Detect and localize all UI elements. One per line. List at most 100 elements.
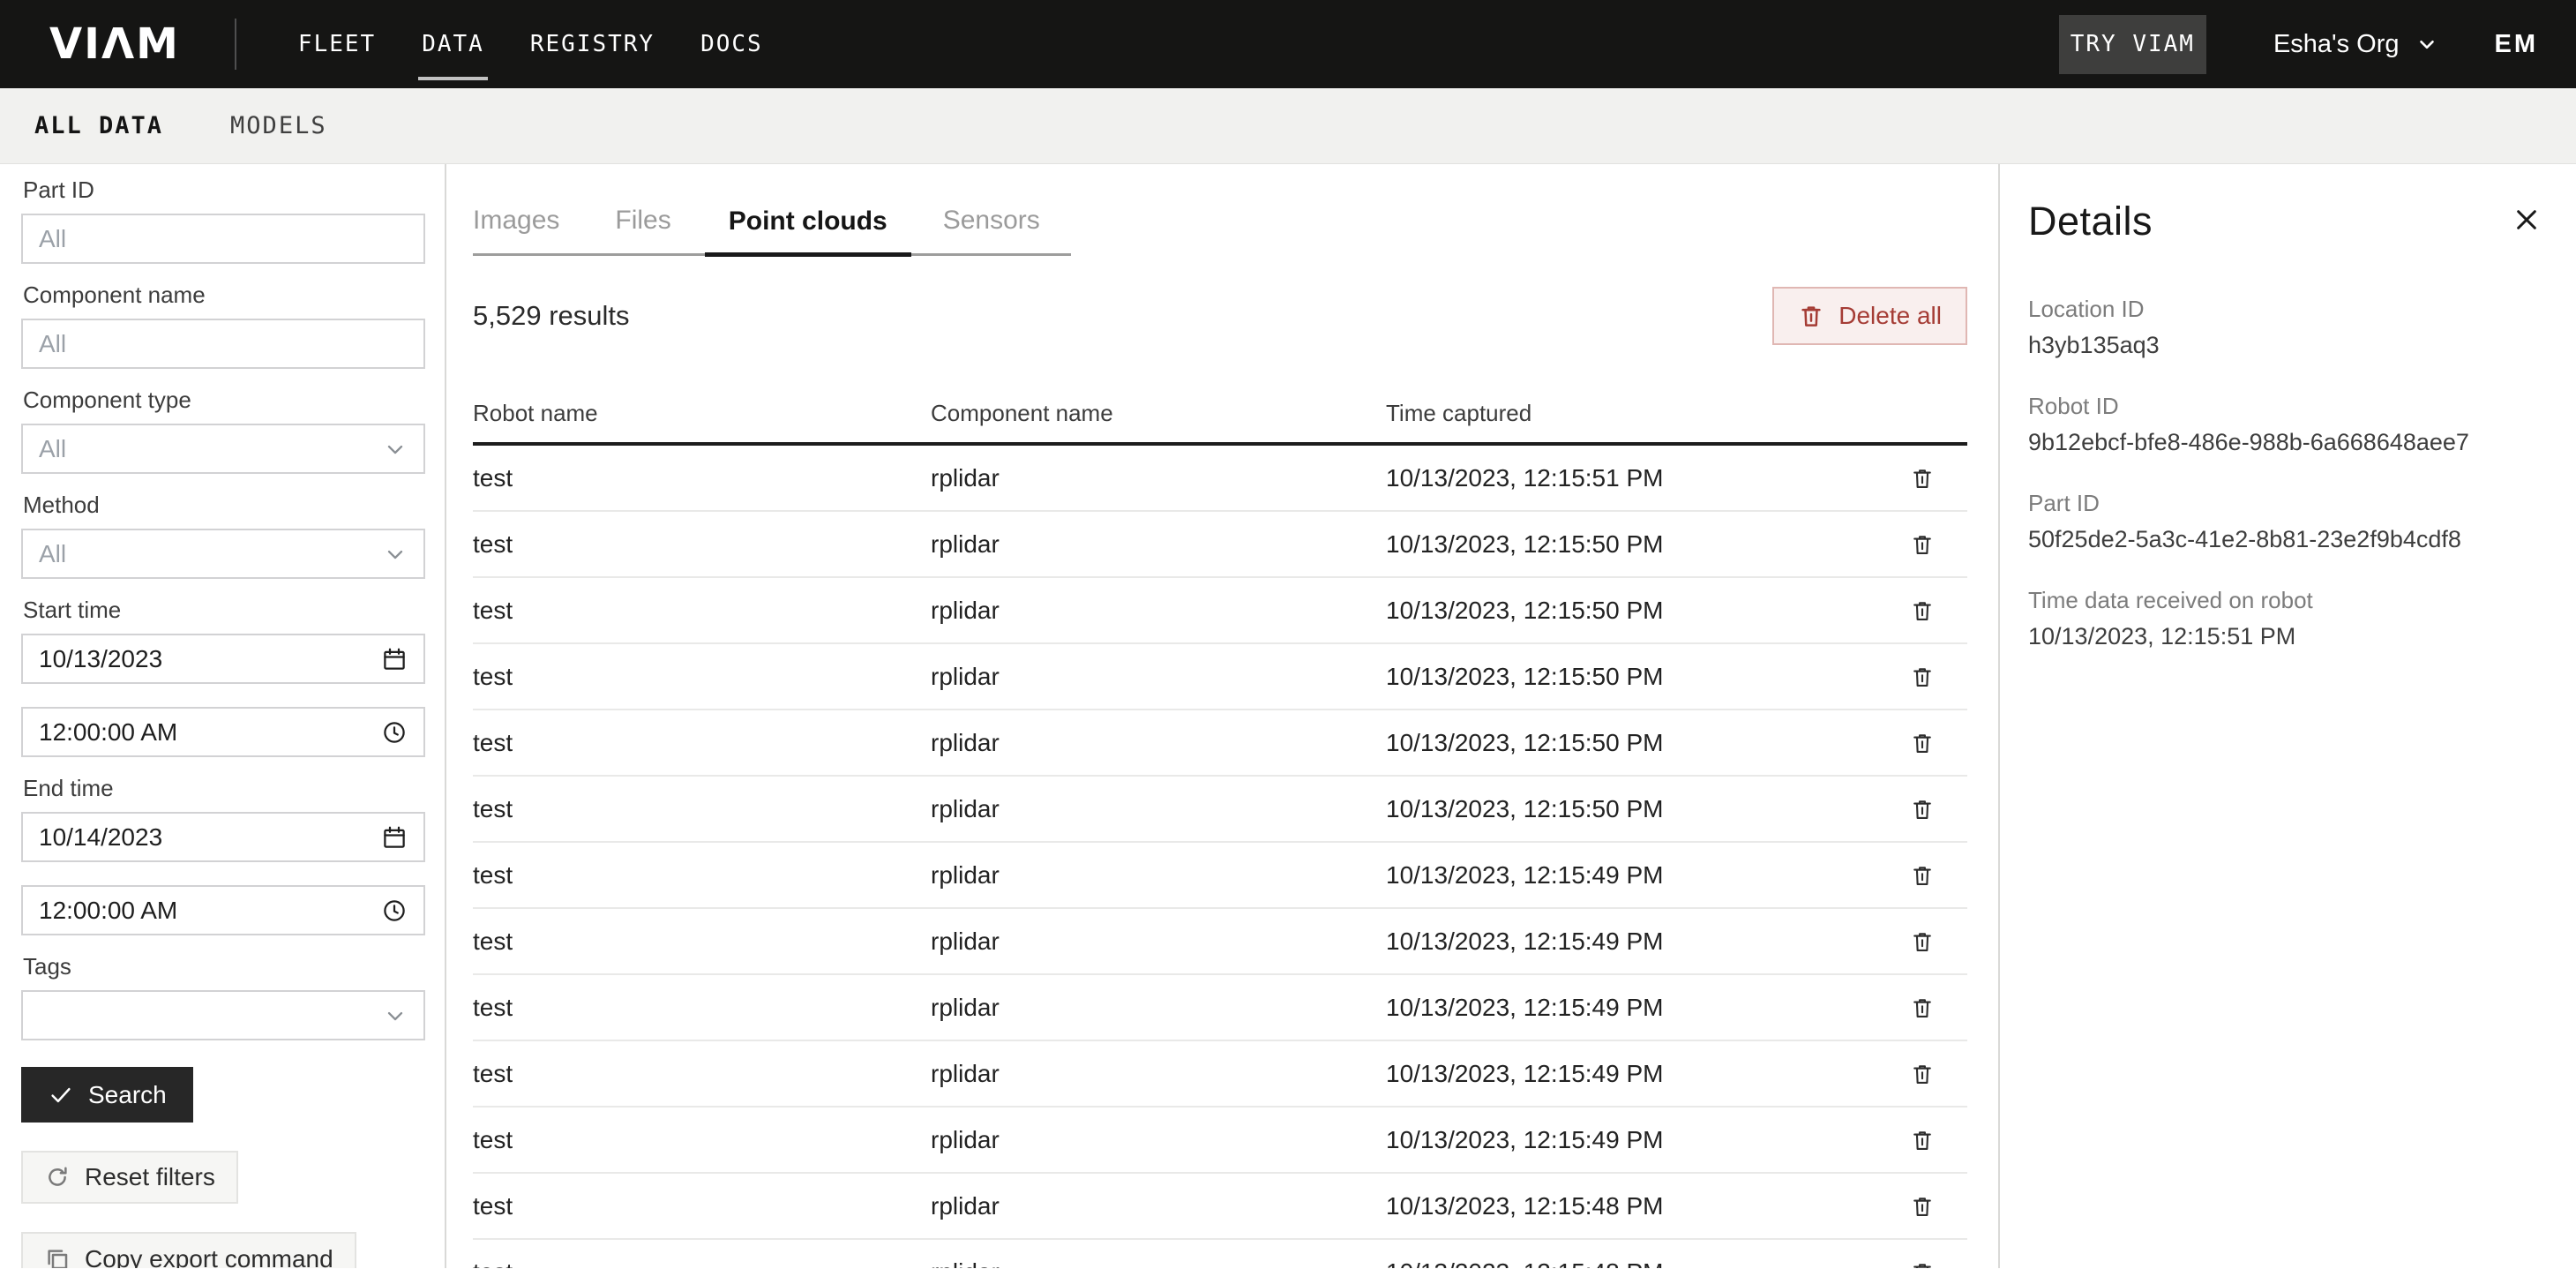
table-row[interactable]: test rplidar 10/13/2023, 12:15:50 PM xyxy=(473,644,1967,710)
start-date-input[interactable]: 10/13/2023 xyxy=(21,634,425,684)
delete-row-button[interactable] xyxy=(1905,461,1940,496)
table-row[interactable]: test rplidar 10/13/2023, 12:15:50 PM xyxy=(473,578,1967,644)
delete-row-button[interactable] xyxy=(1905,1255,1940,1269)
results-count: 5,529 results xyxy=(473,300,630,332)
copy-icon xyxy=(44,1246,71,1268)
column-time-captured: Time captured xyxy=(1386,400,1877,427)
trash-icon xyxy=(1910,665,1935,689)
delete-row-button[interactable] xyxy=(1905,1189,1940,1224)
part-id-input[interactable] xyxy=(21,214,425,264)
end-time-input[interactable]: 12:00:00 AM xyxy=(21,885,425,935)
component-name-input[interactable] xyxy=(21,319,425,369)
table-row[interactable]: test rplidar 10/13/2023, 12:15:49 PM xyxy=(473,1108,1967,1174)
delete-row-button[interactable] xyxy=(1905,1056,1940,1092)
table-row[interactable]: test rplidar 10/13/2023, 12:15:48 PM xyxy=(473,1240,1967,1268)
method-select[interactable]: All xyxy=(21,529,425,579)
cell-time-captured: 10/13/2023, 12:15:51 PM xyxy=(1386,464,1877,492)
cell-component-name: rplidar xyxy=(931,663,1386,691)
table-row[interactable]: test rplidar 10/13/2023, 12:15:49 PM xyxy=(473,909,1967,975)
search-button[interactable]: Search xyxy=(21,1067,193,1123)
reset-filters-label: Reset filters xyxy=(85,1163,215,1191)
tab-models[interactable]: MODELS xyxy=(230,112,327,139)
top-nav: VIΛM FLEET DATA REGISTRY DOCS TRY VIAM E… xyxy=(0,0,2576,88)
details-title: Details xyxy=(2028,199,2153,244)
copy-export-command-button[interactable]: Copy export command xyxy=(21,1232,356,1268)
cell-time-captured: 10/13/2023, 12:15:49 PM xyxy=(1386,861,1877,890)
tab-images[interactable]: Images xyxy=(473,206,559,253)
trash-icon xyxy=(1910,1062,1935,1086)
org-switcher[interactable]: Esha's Org xyxy=(2273,30,2438,59)
search-button-label: Search xyxy=(88,1081,167,1109)
viam-logo[interactable]: VIΛM xyxy=(49,19,180,69)
calendar-icon[interactable] xyxy=(381,824,408,851)
reset-filters-button[interactable]: Reset filters xyxy=(21,1151,238,1204)
cell-component-name: rplidar xyxy=(931,1060,1386,1088)
table-row[interactable]: test rplidar 10/13/2023, 12:15:49 PM xyxy=(473,1041,1967,1108)
cell-time-captured: 10/13/2023, 12:15:50 PM xyxy=(1386,530,1877,559)
delete-row-button[interactable] xyxy=(1905,792,1940,827)
tags-label: Tags xyxy=(23,953,423,980)
table-row[interactable]: test rplidar 10/13/2023, 12:15:51 PM xyxy=(473,446,1967,512)
clock-icon[interactable] xyxy=(381,897,408,924)
tab-sensors[interactable]: Sensors xyxy=(943,206,1040,253)
nav-data[interactable]: DATA xyxy=(422,31,484,57)
refresh-icon xyxy=(44,1164,71,1190)
detail-label: Location ID xyxy=(2028,297,2541,320)
detail-part-id: Part ID 50f25de2-5a3c-41e2-8b81-23e2f9b4… xyxy=(2028,492,2541,552)
table-row[interactable]: test rplidar 10/13/2023, 12:15:48 PM xyxy=(473,1174,1967,1240)
table-row[interactable]: test rplidar 10/13/2023, 12:15:49 PM xyxy=(473,975,1967,1041)
tags-select[interactable] xyxy=(21,990,425,1040)
filters-sidebar: Part ID Component name Component type Al… xyxy=(0,164,446,1268)
start-time-input[interactable]: 12:00:00 AM xyxy=(21,707,425,757)
cell-time-captured: 10/13/2023, 12:15:49 PM xyxy=(1386,1060,1877,1088)
delete-row-button[interactable] xyxy=(1905,990,1940,1025)
close-button[interactable] xyxy=(2512,199,2541,241)
table-row[interactable]: test rplidar 10/13/2023, 12:15:50 PM xyxy=(473,777,1967,843)
delete-row-button[interactable] xyxy=(1905,1123,1940,1158)
cell-robot-name: test xyxy=(473,597,931,625)
nav-fleet[interactable]: FLEET xyxy=(298,31,376,57)
delete-all-label: Delete all xyxy=(1838,302,1942,330)
delete-row-button[interactable] xyxy=(1905,593,1940,628)
trash-icon xyxy=(1910,1260,1935,1269)
detail-time-received: Time data received on robot 10/13/2023, … xyxy=(2028,589,2541,649)
trash-icon xyxy=(1910,1194,1935,1219)
tab-point-clouds[interactable]: Point clouds xyxy=(705,206,911,257)
component-type-select[interactable]: All xyxy=(21,424,425,474)
cell-component-name: rplidar xyxy=(931,994,1386,1022)
data-type-tabs: Images Files Point clouds Sensors xyxy=(473,200,1071,256)
trash-icon xyxy=(1910,598,1935,623)
tab-files[interactable]: Files xyxy=(615,206,670,253)
cell-component-name: rplidar xyxy=(931,729,1386,757)
trash-icon xyxy=(1910,995,1935,1020)
trash-icon xyxy=(1798,303,1824,329)
delete-row-button[interactable] xyxy=(1905,659,1940,695)
delete-row-button[interactable] xyxy=(1905,924,1940,959)
user-menu[interactable]: EM xyxy=(2495,30,2539,59)
table-row[interactable]: test rplidar 10/13/2023, 12:15:50 PM xyxy=(473,710,1967,777)
try-viam-button[interactable]: TRY VIAM xyxy=(2059,15,2206,74)
table-row[interactable]: test rplidar 10/13/2023, 12:15:50 PM xyxy=(473,512,1967,578)
cell-time-captured: 10/13/2023, 12:15:49 PM xyxy=(1386,1126,1877,1154)
cell-robot-name: test xyxy=(473,530,931,559)
detail-label: Part ID xyxy=(2028,492,2541,514)
tab-all-data[interactable]: ALL DATA xyxy=(34,112,163,139)
start-time-value: 12:00:00 AM xyxy=(39,718,177,747)
cell-time-captured: 10/13/2023, 12:15:50 PM xyxy=(1386,597,1877,625)
table-row[interactable]: test rplidar 10/13/2023, 12:15:49 PM xyxy=(473,843,1967,909)
chevron-down-icon xyxy=(383,437,408,462)
delete-row-button[interactable] xyxy=(1905,725,1940,761)
cell-time-captured: 10/13/2023, 12:15:49 PM xyxy=(1386,994,1877,1022)
cell-robot-name: test xyxy=(473,464,931,492)
clock-icon[interactable] xyxy=(381,719,408,746)
delete-row-button[interactable] xyxy=(1905,527,1940,562)
delete-row-button[interactable] xyxy=(1905,858,1940,893)
method-label: Method xyxy=(23,492,423,518)
delete-all-button[interactable]: Delete all xyxy=(1772,287,1967,345)
nav-registry[interactable]: REGISTRY xyxy=(530,31,655,57)
trash-icon xyxy=(1910,929,1935,954)
part-id-label: Part ID xyxy=(23,176,423,203)
end-date-input[interactable]: 10/14/2023 xyxy=(21,812,425,862)
nav-docs[interactable]: DOCS xyxy=(700,31,763,57)
calendar-icon[interactable] xyxy=(381,646,408,672)
